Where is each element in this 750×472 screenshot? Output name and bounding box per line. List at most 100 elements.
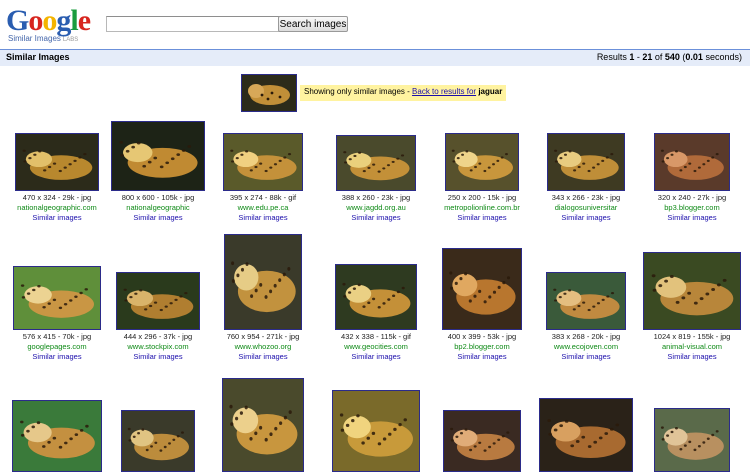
similar-images-link[interactable]: Similar images (430, 352, 534, 362)
result-meta: 388 x 260 - 23k - jpg (341, 193, 411, 202)
result-item (324, 390, 428, 472)
result-domain: googlepages.com (27, 342, 87, 351)
result-thumbnail[interactable] (15, 133, 99, 191)
query-image[interactable] (241, 74, 297, 112)
result-item: 760 x 954 - 271k - jpg www.whozoo.org Simi… (211, 234, 315, 362)
result-thumbnail[interactable] (546, 272, 626, 330)
logo-subtitle: Similar Images LABS (8, 34, 79, 43)
thumbnail-graphic (443, 249, 521, 329)
result-thumbnail[interactable] (445, 133, 519, 191)
result-thumbnail[interactable] (222, 378, 304, 472)
result-thumbnail[interactable] (443, 410, 521, 472)
thumbnail-graphic (16, 134, 98, 190)
result-thumbnail[interactable] (654, 133, 730, 191)
similar-images-link[interactable]: Similar images (211, 213, 315, 223)
result-domain: bp3.blogger.com (664, 203, 720, 212)
result-thumbnail[interactable] (442, 248, 522, 330)
result-item: 383 x 268 - 20k - jpg www.ecojoven.com Sim… (534, 272, 638, 362)
result-thumbnail[interactable] (643, 252, 741, 330)
thumbnail-graphic (336, 265, 416, 329)
section-title: Similar Images (6, 52, 70, 62)
result-item: 395 x 274 - 88k - gif www.edu.pe.ca Simila… (211, 133, 315, 223)
similar-images-link[interactable]: Similar images (106, 352, 210, 362)
result-domain: www.edu.pe.ca (237, 203, 289, 212)
thumbnail-graphic (548, 134, 624, 190)
result-item: 444 x 296 - 37k - jpg www.stockpix.com Sim… (106, 272, 210, 362)
result-item: 250 x 200 - 15k - jpg metropolionline.com… (430, 133, 534, 223)
results-count: Results 1 - 21 of 540 (0.01 seconds) (596, 52, 742, 62)
result-item (534, 398, 638, 472)
thumbnail-graphic (122, 411, 194, 471)
result-thumbnail[interactable] (539, 398, 633, 472)
thumbnail-graphic (13, 401, 101, 471)
result-item: 576 x 415 - 70k - jpg googlepages.com Simi… (5, 266, 109, 362)
search-images-button[interactable]: Search images (278, 16, 348, 32)
result-item: 400 x 399 - 53k - jpg bp2.blogger.com Simi… (430, 248, 534, 362)
result-thumbnail[interactable] (111, 121, 205, 191)
result-item: 800 x 600 - 105k - jpg nationalgeographic… (106, 121, 210, 223)
logo-wordmark: Google (6, 4, 91, 37)
result-domain: bp2.blogger.com (454, 342, 510, 351)
thumbnail-graphic (655, 409, 729, 471)
similar-images-link[interactable]: Similar images (324, 352, 428, 362)
thumbnail-graphic (225, 235, 301, 329)
result-thumbnail[interactable] (332, 390, 420, 472)
result-item: 1024 x 819 - 155k - jpg animal-visual.com… (640, 252, 744, 362)
result-item (5, 400, 109, 472)
thumbnail-graphic (655, 134, 729, 190)
thumbnail-graphic (446, 134, 518, 190)
similar-images-link[interactable]: Similar images (640, 213, 744, 223)
result-thumbnail[interactable] (336, 135, 416, 191)
result-item: 470 x 324 - 29k - jpg nationalgeographic.… (5, 133, 109, 223)
result-meta: 760 x 954 - 271k - jpg (226, 332, 300, 341)
result-domain: animal-visual.com (661, 342, 723, 351)
result-domain: dialogosuniversitar (554, 203, 618, 212)
result-meta: 800 x 600 - 105k - jpg (121, 193, 195, 202)
result-meta: 343 x 266 - 23k - jpg (551, 193, 621, 202)
back-to-results-link[interactable]: Back to results for (412, 87, 476, 96)
similar-images-link[interactable]: Similar images (430, 213, 534, 223)
result-item: 432 x 338 - 115k - gif www.geocities.com S… (324, 264, 428, 362)
similar-notice: Showing only similar images - Back to re… (300, 85, 507, 101)
thumbnail-graphic (112, 122, 204, 190)
similar-images-link[interactable]: Similar images (324, 213, 428, 223)
thumbnail-graphic (644, 253, 740, 329)
thumbnail-graphic (117, 273, 199, 329)
result-meta: 444 x 296 - 37k - jpg (123, 332, 193, 341)
result-meta: 400 x 399 - 53k - jpg (447, 332, 517, 341)
similar-images-link[interactable]: Similar images (534, 213, 638, 223)
result-thumbnail[interactable] (121, 410, 195, 472)
results-bar: Similar Images Results 1 - 21 of 540 (0.… (0, 49, 750, 66)
result-domain: www.stockpix.com (127, 342, 189, 351)
result-thumbnail[interactable] (224, 234, 302, 330)
similar-images-link[interactable]: Similar images (640, 352, 744, 362)
result-meta: 470 x 324 - 29k - jpg (22, 193, 92, 202)
result-thumbnail[interactable] (547, 133, 625, 191)
result-thumbnail[interactable] (116, 272, 200, 330)
google-logo[interactable]: Google Similar Images LABS (6, 6, 98, 44)
result-thumbnail[interactable] (223, 133, 303, 191)
result-meta: 250 x 200 - 15k - jpg (447, 193, 517, 202)
similar-images-link[interactable]: Similar images (5, 352, 109, 362)
similar-images-link[interactable]: Similar images (5, 213, 109, 223)
result-domain: www.whozoo.org (234, 342, 292, 351)
query-image-graphic (242, 75, 296, 111)
result-domain: www.jagdd.org.au (346, 203, 406, 212)
result-item (430, 410, 534, 472)
similar-images-link[interactable]: Similar images (534, 352, 638, 362)
result-thumbnail[interactable] (654, 408, 730, 472)
result-domain: metropolionline.com.br (444, 203, 520, 212)
similar-images-link[interactable]: Similar images (211, 352, 315, 362)
similar-images-link[interactable]: Similar images (106, 213, 210, 223)
result-thumbnail[interactable] (13, 266, 101, 330)
result-thumbnail[interactable] (335, 264, 417, 330)
result-domain: www.geocities.com (344, 342, 408, 351)
result-meta: 383 x 268 - 20k - jpg (551, 332, 621, 341)
result-item: 388 x 260 - 23k - jpg www.jagdd.org.au Sim… (324, 135, 428, 223)
result-domain: nationalgeographic (126, 203, 190, 212)
result-thumbnail[interactable] (12, 400, 102, 472)
result-meta: 395 x 274 - 88k - gif (229, 193, 297, 202)
search-input[interactable] (106, 16, 280, 32)
thumbnail-graphic (14, 267, 100, 329)
result-meta: 320 x 240 - 27k - jpg (657, 193, 727, 202)
